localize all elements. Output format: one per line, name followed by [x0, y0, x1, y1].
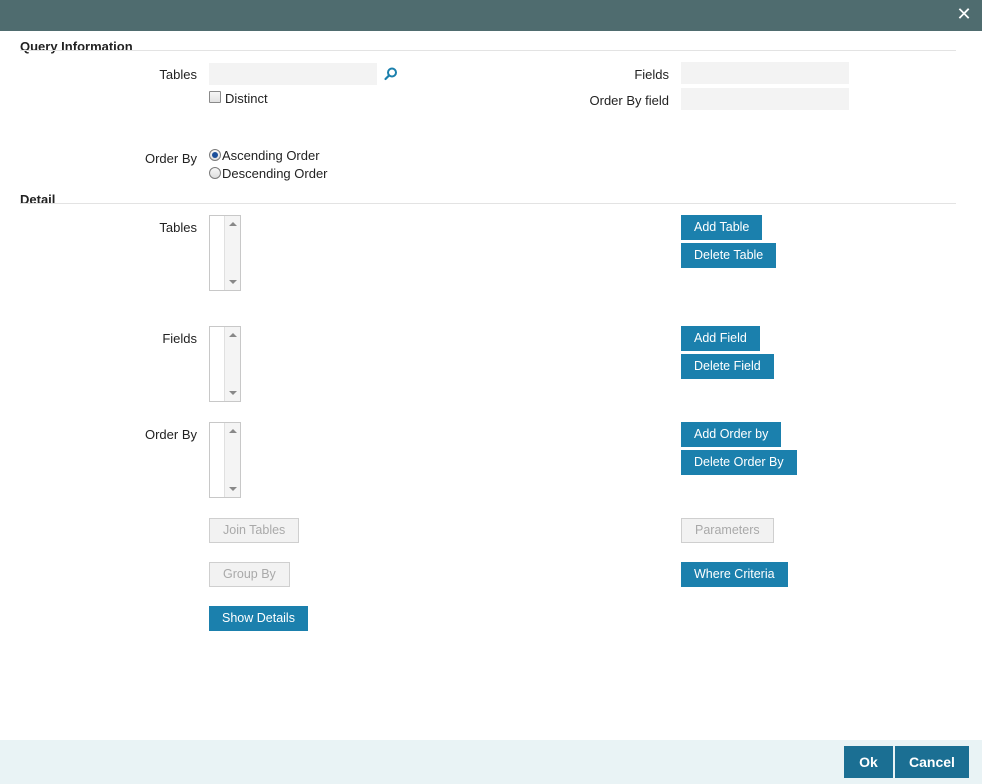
detail-order-by-label: Order By — [144, 427, 197, 442]
delete-table-button[interactable]: Delete Table — [681, 243, 777, 268]
fields-label: Fields — [634, 67, 669, 82]
scroll-up-icon[interactable] — [229, 222, 237, 226]
section-divider — [20, 203, 956, 204]
detail-fields-label: Fields — [162, 331, 197, 346]
order-by-label: Order By — [144, 151, 197, 166]
group-by-button[interactable]: Group By — [209, 562, 290, 587]
close-icon[interactable]: ✕ — [954, 5, 974, 25]
ascending-order-radio[interactable] — [209, 149, 221, 161]
order-by-field-label: Order By field — [589, 93, 669, 108]
listbox-scrollbar[interactable] — [224, 327, 240, 401]
ascending-order-label: Ascending Order — [222, 148, 320, 163]
scroll-down-icon[interactable] — [229, 280, 237, 284]
parameters-button[interactable]: Parameters — [681, 518, 774, 543]
show-details-button[interactable]: Show Details — [209, 606, 308, 631]
descending-order-label: Descending Order — [222, 166, 328, 181]
ok-button[interactable]: Ok — [844, 746, 893, 778]
scroll-up-icon[interactable] — [229, 429, 237, 433]
footer-bar — [0, 740, 982, 784]
scroll-down-icon[interactable] — [229, 391, 237, 395]
where-criteria-button[interactable]: Where Criteria — [681, 562, 788, 587]
scroll-down-icon[interactable] — [229, 487, 237, 491]
add-field-button[interactable]: Add Field — [681, 326, 760, 351]
title-bar: ✕ — [0, 0, 982, 31]
distinct-checkbox[interactable] — [209, 91, 221, 103]
distinct-label: Distinct — [225, 91, 268, 106]
tables-listbox[interactable] — [209, 215, 241, 291]
section-title-query-information: Query Information — [20, 39, 133, 54]
descending-order-radio[interactable] — [209, 167, 221, 179]
listbox-scrollbar[interactable] — [224, 216, 240, 290]
add-order-by-button[interactable]: Add Order by — [681, 422, 782, 447]
tables-input[interactable] — [209, 63, 377, 85]
listbox-scrollbar[interactable] — [224, 423, 240, 497]
order-by-field-input[interactable] — [681, 88, 849, 110]
magnifier-icon[interactable] — [383, 66, 399, 82]
section-title-detail: Detail — [20, 192, 56, 207]
delete-order-by-button[interactable]: Delete Order By — [681, 450, 797, 475]
fields-listbox[interactable] — [209, 326, 241, 402]
scroll-up-icon[interactable] — [229, 333, 237, 337]
section-divider — [20, 50, 956, 51]
join-tables-button[interactable]: Join Tables — [209, 518, 300, 543]
delete-field-button[interactable]: Delete Field — [681, 354, 774, 379]
add-table-button[interactable]: Add Table — [681, 215, 763, 240]
detail-tables-label: Tables — [159, 220, 197, 235]
cancel-button[interactable]: Cancel — [895, 746, 969, 778]
tables-label: Tables — [159, 67, 197, 82]
fields-input[interactable] — [681, 62, 849, 84]
order-by-listbox[interactable] — [209, 422, 241, 498]
